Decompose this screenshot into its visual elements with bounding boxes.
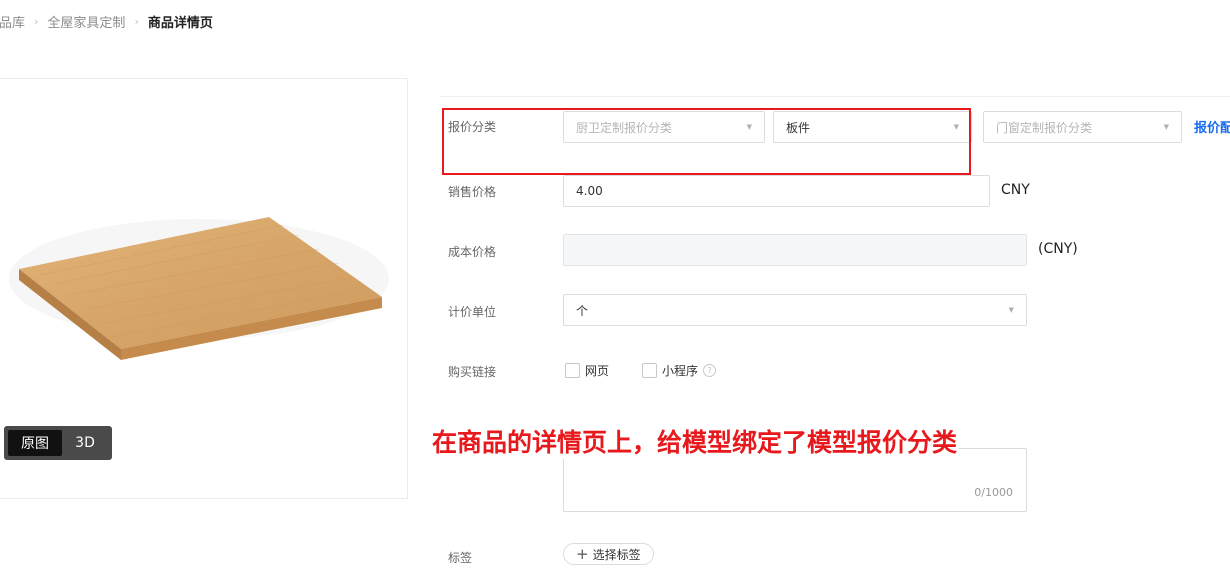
chevron-right-icon: › [34, 15, 39, 28]
web-checkbox-label: 网页 [585, 364, 610, 378]
question-circle-icon[interactable]: ? [703, 364, 717, 377]
caret-down-icon: ▼ [746, 123, 752, 131]
breadcrumb-item-library[interactable]: 商品库 [0, 12, 25, 31]
sale-price-input[interactable]: 4.00 [563, 175, 990, 207]
checkbox-box[interactable] [642, 363, 657, 378]
pricing-unit-label: 计价单位 [448, 305, 497, 319]
caret-down-icon: ▼ [1008, 306, 1014, 314]
quote-config-link[interactable]: 报价配 [1194, 117, 1230, 136]
door-window-quote-category-placeholder: 门窗定制报价分类 [996, 120, 1093, 135]
miniprogram-checkbox-label: 小程序 [662, 364, 699, 378]
image-view-toggle: 原图 3D [4, 426, 112, 460]
web-checkbox[interactable]: 网页 [565, 362, 609, 379]
cost-price-unit: (CNY) [1038, 241, 1078, 257]
original-image-tab[interactable]: 原图 [8, 430, 62, 456]
chevron-right-icon: › [134, 15, 139, 28]
annotation-text: 在商品的详情页上，给模型绑定了模型报价分类 [430, 423, 960, 459]
panel-quote-category-value: 板件 [786, 120, 811, 135]
pricing-unit-select[interactable]: 个 ▼ [563, 294, 1027, 326]
pricing-unit-value: 个 [576, 303, 589, 318]
kitchen-quote-category-select[interactable]: 厨卫定制报价分类 ▼ [563, 111, 765, 143]
caret-down-icon: ▼ [953, 123, 959, 131]
purchase-link-label: 购买链接 [448, 365, 497, 379]
checkbox-box[interactable] [565, 363, 580, 378]
quote-category-label: 报价分类 [448, 120, 497, 134]
tags-label: 标签 [448, 551, 473, 565]
breadcrumb-current: 商品详情页 [147, 16, 213, 31]
cost-price-input[interactable] [563, 234, 1027, 266]
panel-quote-category-select[interactable]: 板件 ▼ [773, 111, 972, 143]
select-tags-label: 选择标签 [592, 547, 641, 562]
sale-price-value: 4.00 [576, 184, 603, 198]
sale-price-unit: CNY [1001, 182, 1030, 198]
form-divider [440, 96, 1230, 97]
door-window-quote-category-select[interactable]: 门窗定制报价分类 ▼ [983, 111, 1182, 143]
breadcrumb: 商品库 › 全屋家具定制 › 商品详情页 [0, 12, 213, 31]
select-tags-button[interactable]: + 选择标签 [563, 543, 654, 565]
kitchen-quote-category-placeholder: 厨卫定制报价分类 [576, 120, 673, 135]
3d-view-tab[interactable]: 3D [62, 430, 108, 456]
breadcrumb-item-custom-furniture[interactable]: 全屋家具定制 [47, 12, 125, 31]
char-count: 0/1000 [974, 486, 1013, 499]
caret-down-icon: ▼ [1163, 123, 1169, 131]
sale-price-label: 销售价格 [448, 185, 497, 199]
cost-price-label: 成本价格 [448, 245, 497, 259]
miniprogram-checkbox[interactable]: 小程序 ? [642, 362, 717, 379]
plus-icon: + [576, 544, 589, 563]
